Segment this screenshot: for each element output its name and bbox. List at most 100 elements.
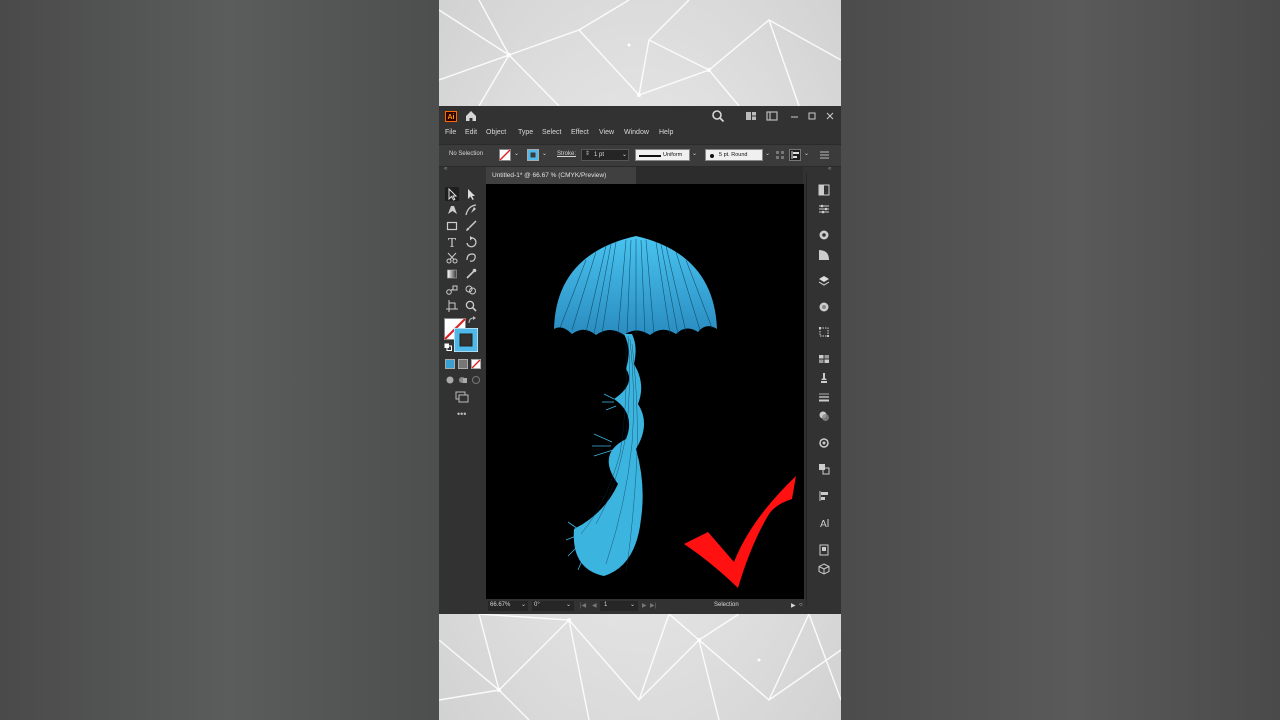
type-tool-icon[interactable]: T bbox=[445, 235, 459, 249]
chevron-down-icon[interactable]: ⌄ bbox=[804, 150, 809, 157]
brushes-panel-icon[interactable] bbox=[818, 372, 830, 384]
stroke-color-swatch[interactable] bbox=[454, 328, 478, 352]
warp-tool-icon[interactable] bbox=[464, 251, 478, 265]
video-frame: Ai File Edit Object Type Select Effect V… bbox=[439, 0, 841, 720]
menu-view[interactable]: View bbox=[599, 129, 614, 136]
swatches-panel-icon[interactable] bbox=[818, 353, 830, 365]
transparency-panel-icon[interactable] bbox=[818, 410, 830, 422]
transform-panel-icon[interactable] bbox=[818, 326, 830, 338]
stroke-panel-icon[interactable] bbox=[818, 391, 830, 403]
none-mode-icon[interactable] bbox=[471, 359, 481, 369]
chevron-down-icon[interactable]: ⌄ bbox=[566, 601, 571, 608]
chevron-down-icon[interactable]: ⌄ bbox=[622, 151, 627, 158]
collapse-panel-icon[interactable]: « bbox=[444, 166, 447, 172]
swap-fill-stroke-icon[interactable] bbox=[467, 316, 477, 326]
libraries-panel-icon[interactable] bbox=[818, 544, 830, 556]
screen-mode-icon[interactable] bbox=[455, 391, 469, 403]
appearance-panel-icon[interactable] bbox=[818, 301, 830, 313]
rotate-tool-icon[interactable] bbox=[464, 235, 478, 249]
align-icon[interactable] bbox=[789, 149, 801, 161]
status-menu-icon[interactable]: ▶ bbox=[791, 602, 796, 609]
character-panel-icon[interactable]: A bbox=[818, 517, 830, 529]
gradient-tool-icon[interactable] bbox=[445, 267, 459, 281]
recolor-artwork-icon[interactable] bbox=[775, 150, 785, 160]
arrange-documents-icon[interactable] bbox=[744, 109, 758, 123]
zoom-tool-icon[interactable] bbox=[464, 299, 478, 313]
color-mode-icon[interactable] bbox=[445, 359, 455, 369]
minimize-icon[interactable] bbox=[788, 109, 802, 123]
chevron-down-icon[interactable]: ⌄ bbox=[765, 150, 770, 157]
color-guide-icon[interactable] bbox=[818, 249, 830, 261]
fill-swatch-none-icon[interactable] bbox=[499, 149, 511, 161]
stroke-weight-field[interactable]: ⇕ 1 pt ⌄ bbox=[581, 149, 629, 161]
rectangle-tool-icon[interactable] bbox=[445, 219, 459, 233]
svg-text:T: T bbox=[448, 236, 456, 249]
chevron-down-icon[interactable]: ⌄ bbox=[514, 150, 519, 157]
jellyfish-illustration[interactable] bbox=[486, 236, 717, 599]
search-icon[interactable] bbox=[711, 109, 725, 123]
brush-definition-select[interactable]: 5 pt. Round bbox=[705, 149, 763, 161]
document-tab[interactable]: Untitled-1* @ 66.67 % (CMYK/Preview) bbox=[486, 167, 636, 184]
first-artboard-icon[interactable]: |◀ bbox=[580, 602, 586, 609]
stroke-swatch-icon[interactable] bbox=[527, 149, 539, 161]
close-icon[interactable] bbox=[823, 109, 837, 123]
brush-value: 5 pt. Round bbox=[719, 152, 748, 158]
rotation-field[interactable]: 0° ⌄ bbox=[532, 601, 574, 611]
chevron-down-icon[interactable]: ⌄ bbox=[630, 601, 635, 608]
draw-behind-icon[interactable] bbox=[458, 375, 468, 385]
menu-select[interactable]: Select bbox=[542, 129, 561, 136]
checkmark-icon bbox=[684, 476, 796, 588]
color-panel-icon[interactable] bbox=[818, 229, 830, 241]
maximize-icon[interactable] bbox=[805, 109, 819, 123]
graphic-styles-icon[interactable] bbox=[818, 437, 830, 449]
chevron-down-icon[interactable]: ⌄ bbox=[521, 601, 526, 608]
blend-tool-icon[interactable] bbox=[445, 283, 459, 297]
chevron-down-icon[interactable]: ⌄ bbox=[542, 150, 547, 157]
default-colors-icon[interactable] bbox=[444, 343, 452, 351]
align-panel-icon[interactable] bbox=[818, 490, 830, 502]
draw-normal-icon[interactable] bbox=[445, 375, 455, 385]
menu-window[interactable]: Window bbox=[624, 129, 649, 136]
menu-file[interactable]: File bbox=[445, 129, 456, 136]
layers-panel-icon[interactable] bbox=[818, 275, 830, 287]
expand-panel-icon[interactable]: « bbox=[828, 166, 831, 172]
previous-artboard-icon[interactable]: ◀ bbox=[592, 602, 597, 609]
artboard[interactable] bbox=[486, 184, 804, 599]
artboard-tool-icon[interactable] bbox=[445, 299, 459, 313]
home-icon[interactable] bbox=[464, 109, 478, 123]
properties-panel-icon[interactable] bbox=[818, 203, 830, 215]
menu-edit[interactable]: Edit bbox=[465, 129, 477, 136]
pathfinder-panel-icon[interactable] bbox=[818, 463, 830, 475]
last-artboard-icon[interactable]: ▶| bbox=[650, 602, 656, 609]
chevron-down-icon[interactable]: ⌄ bbox=[692, 150, 697, 157]
pen-tool-icon[interactable] bbox=[445, 203, 459, 217]
paintbrush-tool-icon[interactable] bbox=[464, 219, 478, 233]
selection-tool-icon[interactable] bbox=[445, 187, 459, 201]
direct-selection-tool-icon[interactable] bbox=[464, 187, 478, 201]
artboard-navigation-field[interactable]: 1 ⌄ bbox=[600, 601, 638, 611]
stepper-icon[interactable]: ⇕ bbox=[585, 150, 590, 157]
variable-width-profile-select[interactable]: Uniform bbox=[635, 149, 690, 161]
panel-menu-icon[interactable] bbox=[820, 151, 829, 159]
eyedropper-tool-icon[interactable] bbox=[464, 267, 478, 281]
shape-builder-tool-icon[interactable] bbox=[464, 283, 478, 297]
menu-type[interactable]: Type bbox=[518, 129, 533, 136]
next-artboard-icon[interactable]: ▶ bbox=[642, 602, 647, 609]
panel-layout-icon[interactable] bbox=[765, 109, 779, 123]
stroke-label[interactable]: Stroke: bbox=[557, 151, 576, 157]
artboard-number: 1 bbox=[604, 602, 608, 608]
menu-effect[interactable]: Effect bbox=[571, 129, 589, 136]
menu-object[interactable]: Object bbox=[486, 129, 506, 136]
draw-inside-icon[interactable] bbox=[471, 375, 481, 385]
profile-line-preview bbox=[639, 155, 661, 157]
curvature-tool-icon[interactable] bbox=[464, 203, 478, 217]
gradient-panel-icon[interactable] bbox=[818, 184, 830, 196]
menu-help[interactable]: Help bbox=[659, 129, 673, 136]
zoom-field[interactable]: 66.67% ⌄ bbox=[488, 601, 528, 611]
canvas-area[interactable] bbox=[486, 184, 804, 599]
stroke-weight-value: 1 pt bbox=[594, 152, 605, 158]
gradient-mode-icon[interactable] bbox=[458, 359, 468, 369]
3d-materials-icon[interactable] bbox=[818, 563, 830, 575]
scissors-tool-icon[interactable] bbox=[445, 251, 459, 265]
more-tools-icon[interactable]: ••• bbox=[457, 409, 466, 419]
